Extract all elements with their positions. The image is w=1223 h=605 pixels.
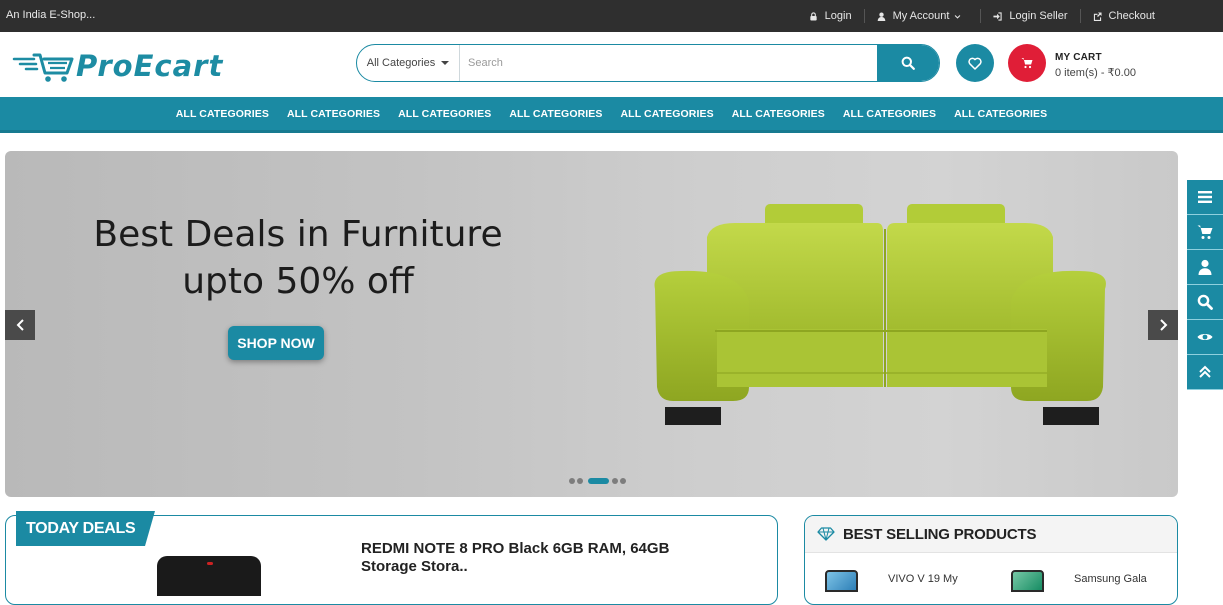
user-icon [877,12,885,21]
diamond-icon [817,527,835,541]
checkout-label: Checkout [1108,10,1155,22]
hero-slider[interactable]: Best Deals in Furniture upto 50% off SHO… [5,151,1178,497]
category-select-value: All Categories [366,57,436,69]
chevron-right-icon [1159,319,1167,331]
slider-pagination [569,478,628,484]
cart-items-total: 0 item(s) - ₹0.00 [1055,67,1136,79]
top-links: Login My Account Login Seller Checkout [797,0,1167,32]
nav-item-all-categories[interactable]: ALL CATEGORIES [945,108,1056,120]
best-selling-panel: BEST SELLING PRODUCTS VIVO V 19 My Samsu… [804,515,1178,605]
best-selling-item[interactable]: Samsung Gala [1011,570,1147,592]
today-deals-panel: TODAY DEALS REDMI NOTE 8 PRO Black 6GB R… [5,511,778,605]
nav-item-all-categories[interactable]: ALL CATEGORIES [612,108,723,120]
caret-down-icon [441,61,450,65]
hero-headline-line2: upto 50% off [182,261,414,302]
cart-logo-icon [12,53,74,82]
slider-prev-button[interactable] [5,310,35,340]
search-icon [901,56,915,70]
nav-item-all-categories[interactable]: ALL CATEGORIES [167,108,278,120]
cart-icon [1021,58,1033,69]
cart-button[interactable] [1008,44,1046,82]
search-bar: All Categories [356,44,940,82]
slider-dot[interactable] [569,478,575,484]
login-link[interactable]: Login [797,9,864,23]
product-name: Samsung Gala [1074,573,1147,585]
side-menu-button[interactable] [1187,180,1223,215]
slider-dot[interactable] [620,478,626,484]
search-button[interactable] [877,45,939,81]
product-name: VIVO V 19 My [888,573,958,585]
side-recently-viewed-button[interactable] [1187,320,1223,355]
checkout-link[interactable]: Checkout [1079,9,1167,23]
my-account-label: My Account [892,10,950,22]
slider-next-button[interactable] [1148,310,1178,340]
shop-now-button[interactable]: SHOP NOW [228,326,324,360]
chevron-left-icon [16,319,24,331]
eye-icon [1197,334,1213,340]
best-selling-header: BEST SELLING PRODUCTS [805,516,1177,553]
product-thumbnail [1011,570,1044,592]
search-input[interactable] [460,45,877,81]
main-nav: ALL CATEGORIES ALL CATEGORIES ALL CATEGO… [0,97,1223,133]
sign-in-icon [993,11,1003,21]
nav-item-all-categories[interactable]: ALL CATEGORIES [834,108,945,120]
top-bar: An India E-Shop... Login My Account Logi… [0,0,1223,32]
nav-item-all-categories[interactable]: ALL CATEGORIES [278,108,389,120]
site-header: ProEcart All Categories MY CART 0 item(s… [0,32,1223,97]
hero-headline: Best Deals in Furniture upto 50% off [68,211,528,305]
back-to-top-button[interactable] [1187,355,1223,390]
login-seller-link[interactable]: Login Seller [980,9,1079,23]
side-cart-button[interactable] [1187,215,1223,250]
user-icon [1198,259,1212,275]
product-thumbnail [825,570,858,592]
chevron-down-icon [955,14,961,19]
today-deals-badge: TODAY DEALS [16,511,156,546]
best-selling-title: BEST SELLING PRODUCTS [843,525,1037,543]
nav-item-all-categories[interactable]: ALL CATEGORIES [389,108,500,120]
side-toolbar [1187,180,1223,390]
chevron-up-icon [1199,365,1211,378]
sofa-image [654,204,1106,425]
product-title[interactable]: REDMI NOTE 8 PRO Black 6GB RAM, 64GB Sto… [361,540,691,576]
side-search-button[interactable] [1187,285,1223,320]
search-icon [1197,294,1213,310]
nav-item-all-categories[interactable]: ALL CATEGORIES [500,108,611,120]
wishlist-button[interactable] [956,44,994,82]
cart-summary[interactable]: MY CART 0 item(s) - ₹0.00 [1055,52,1136,79]
list-icon [1198,191,1212,203]
cart-icon [1197,225,1213,239]
my-account-link[interactable]: My Account [863,9,981,23]
site-logo[interactable]: ProEcart [12,46,223,86]
phone-camera [207,562,213,565]
slider-dot-active[interactable] [588,478,609,484]
heart-icon [968,57,982,70]
product-image[interactable] [157,556,261,596]
login-label: Login [824,10,852,22]
side-account-button[interactable] [1187,250,1223,285]
slider-dot[interactable] [612,478,618,484]
lock-icon [809,11,817,21]
category-select[interactable]: All Categories [357,45,460,81]
site-tagline: An India E-Shop... [6,9,96,21]
hero-headline-line1: Best Deals in Furniture [93,214,503,255]
login-seller-label: Login Seller [1009,10,1068,22]
logo-text: ProEcart [76,49,224,83]
share-icon [1093,11,1102,21]
slider-dot[interactable] [577,478,583,484]
nav-item-all-categories[interactable]: ALL CATEGORIES [723,108,834,120]
best-selling-item[interactable]: VIVO V 19 My [825,570,958,592]
cart-title: MY CART [1055,52,1102,63]
